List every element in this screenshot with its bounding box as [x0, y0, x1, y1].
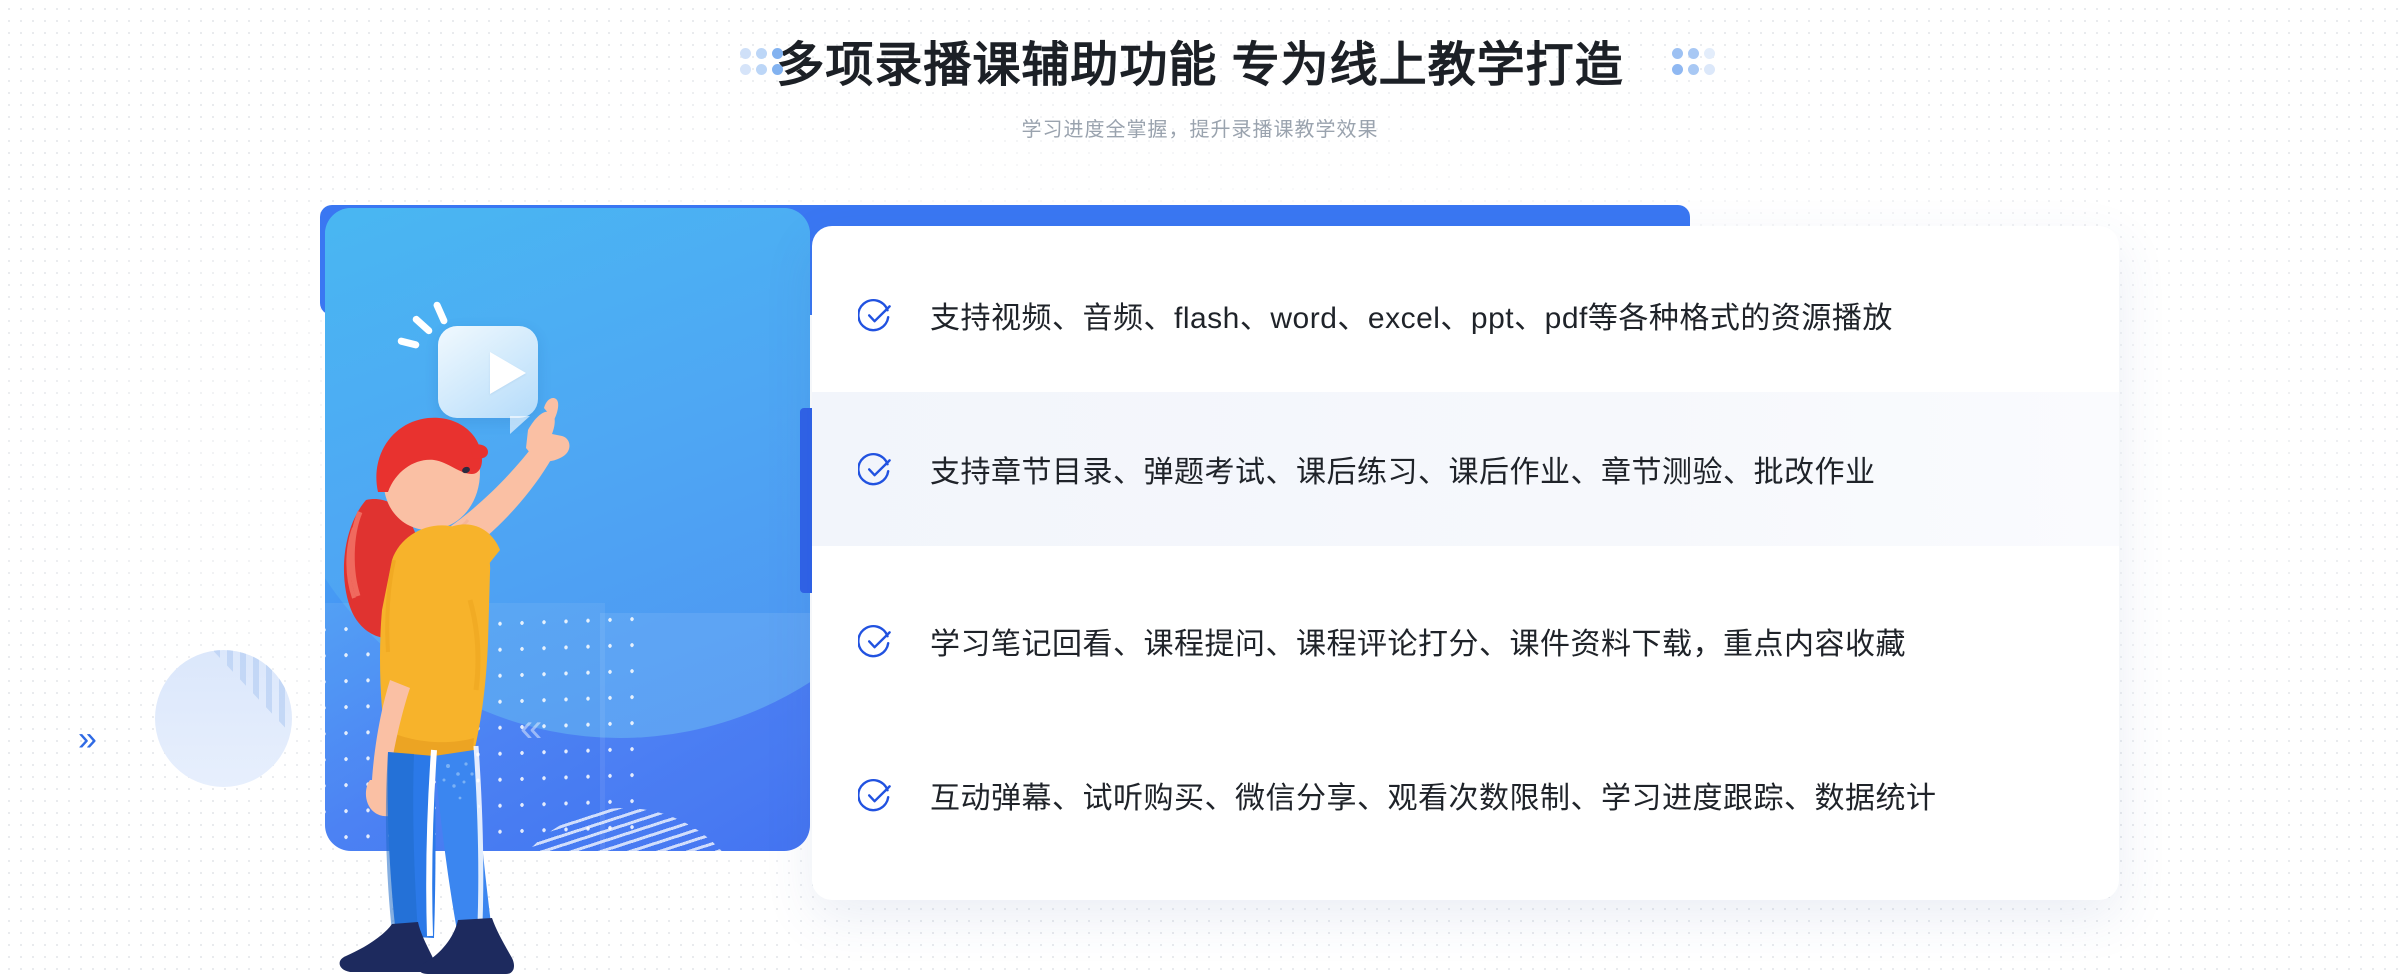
decor-dot [1688, 64, 1699, 75]
check-circle-icon [858, 452, 891, 486]
chevron-right-icon: » [78, 720, 97, 758]
feature-text: 支持章节目录、弹题考试、课后练习、课后作业、章节测验、批改作业 [930, 456, 1876, 489]
page-subtitle: 学习进度全掌握，提升录播课教学效果 [1021, 119, 1379, 141]
decor-dot [740, 48, 751, 59]
decor-dot [756, 64, 767, 75]
feature-text: 学习笔记回看、课程提问、课程评论打分、课件资料下载，重点内容收藏 [930, 628, 1906, 661]
pointing-student-illustration [339, 398, 570, 974]
decorative-dot-cluster-left [740, 48, 788, 80]
feature-text: 互动弹幕、试听购买、微信分享、观看次数限制、学习进度跟踪、数据统计 [930, 782, 1937, 815]
decorative-dot-cluster-right [1672, 48, 1720, 80]
decor-dot [1704, 48, 1715, 59]
decor-dot [1672, 48, 1683, 59]
page-title: 多项录播课辅助功能 专为线上教学打造 [776, 39, 1624, 92]
decor-dot [1704, 64, 1715, 75]
feature-row[interactable]: 支持视频、音频、flash、word、excel、ppt、pdf等各种格式的资源… [812, 238, 2119, 392]
feature-text: 支持视频、音频、flash、word、excel、ppt、pdf等各种格式的资源… [930, 302, 1893, 335]
decor-dot [772, 64, 783, 75]
check-circle-icon [858, 624, 891, 658]
feature-row[interactable]: 互动弹幕、试听购买、微信分享、观看次数限制、学习进度跟踪、数据统计 [812, 718, 2119, 872]
feature-row[interactable]: 支持章节目录、弹题考试、课后练习、课后作业、章节测验、批改作业 [812, 392, 2119, 546]
feature-row[interactable]: 学习笔记回看、课程提问、课程评论打分、课件资料下载，重点内容收藏 [812, 564, 2119, 718]
header: 多项录播课辅助功能 专为线上教学打造 学习进度全掌握，提升录播课教学效果 [0, 0, 2400, 150]
check-circle-icon [858, 298, 891, 332]
decor-dot [756, 48, 767, 59]
check-circle-icon [858, 778, 891, 812]
feature-list-card: 支持视频、音频、flash、word、excel、ppt、pdf等各种格式的资源… [812, 226, 2119, 900]
decor-dot [772, 48, 783, 59]
decor-dot [1672, 64, 1683, 75]
decor-dot [1688, 48, 1699, 59]
decor-dot [740, 64, 751, 75]
